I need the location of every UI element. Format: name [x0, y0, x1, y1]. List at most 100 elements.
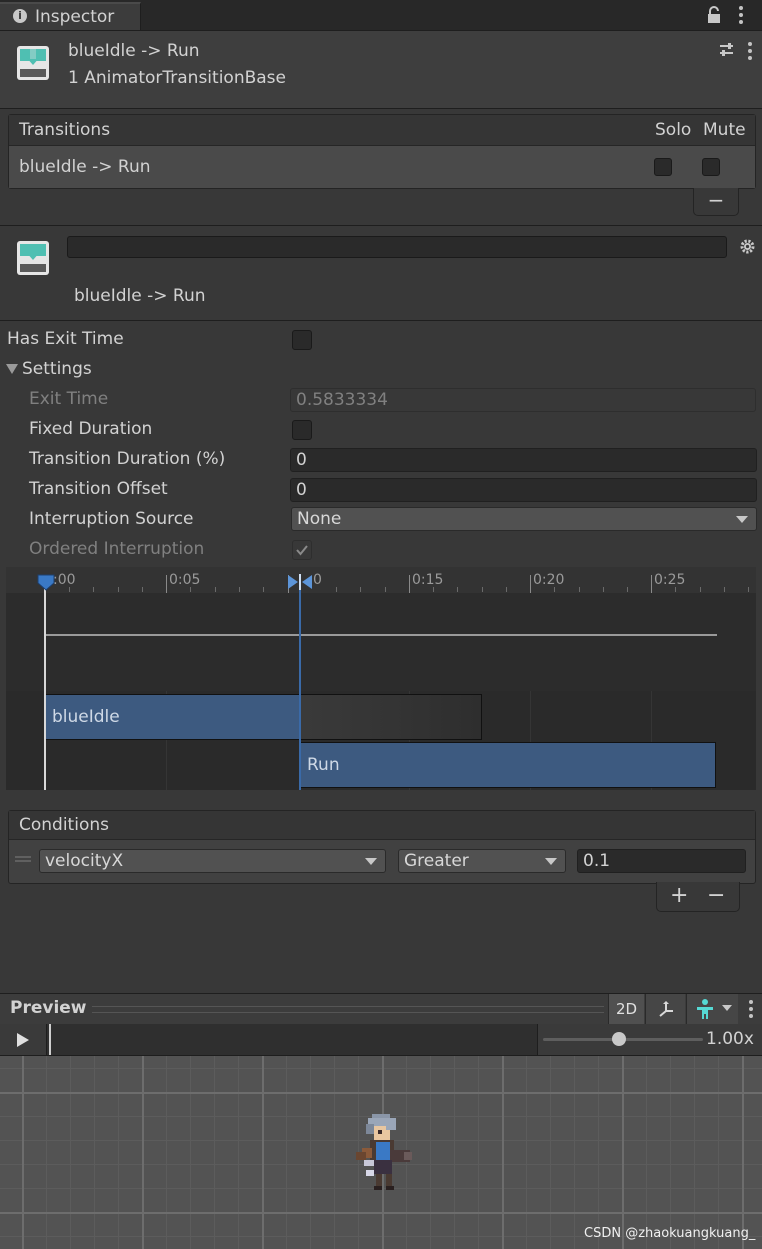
- divider: [0, 320, 762, 321]
- speed-value: 1.00x: [706, 1029, 754, 1049]
- fixed-duration-checkbox[interactable]: [292, 420, 312, 440]
- transition-offset-field[interactable]: 0: [290, 478, 757, 502]
- tick-mark: [336, 587, 337, 592]
- tick-mark: [748, 587, 749, 592]
- pivot-icon: [658, 1001, 673, 1017]
- avatar-dropdown[interactable]: [686, 994, 738, 1024]
- preview-viewport[interactable]: CSDN @zhaokuangkuang_: [0, 1056, 762, 1249]
- conditions-list: Conditions velocityX Greater 0.1: [8, 810, 756, 884]
- checkmark-icon: [296, 545, 308, 556]
- transitions-list: Transitions Solo Mute blueIdle -> Run: [8, 114, 756, 189]
- avatar-icon: [697, 999, 713, 1019]
- condition-mode-dropdown[interactable]: Greater: [398, 849, 566, 873]
- transition-handle-icon[interactable]: [286, 573, 314, 591]
- tick-mark: [724, 587, 725, 592]
- blend-curve-area: [6, 593, 756, 691]
- header-menu-icon[interactable]: [747, 41, 753, 61]
- condition-parameter-value: velocityX: [45, 851, 124, 871]
- transition-timeline[interactable]: :00 0:05 0 0:15 0:20 0:25 blueIdle Run: [6, 567, 756, 790]
- transitions-list-header: Transitions Solo Mute: [9, 115, 755, 146]
- lock-icon[interactable]: [707, 6, 721, 24]
- transition-row[interactable]: blueIdle -> Run: [9, 146, 755, 188]
- has-exit-time-label: Has Exit Time: [7, 329, 124, 349]
- tick-mark: [700, 587, 701, 592]
- conditions-header: Conditions: [9, 811, 755, 840]
- has-exit-time-checkbox[interactable]: [292, 330, 312, 350]
- tick-label: 0:25: [654, 572, 686, 588]
- condition-row[interactable]: velocityX Greater 0.1: [9, 840, 755, 883]
- ordered-interruption-label: Ordered Interruption: [29, 539, 205, 559]
- tick-mark: [482, 587, 483, 592]
- tick-mark: [506, 587, 507, 592]
- exit-time-field: 0.5833334: [290, 388, 756, 412]
- tick-mark: [385, 587, 386, 592]
- interruption-source-label: Interruption Source: [29, 509, 194, 529]
- transition-duration-field[interactable]: 0: [290, 448, 757, 472]
- transition-caption: blueIdle -> Run: [74, 286, 206, 306]
- preview-drag-bar[interactable]: [92, 1006, 604, 1013]
- mute-checkbox[interactable]: [702, 158, 720, 176]
- tick-mark: [651, 575, 652, 593]
- chevron-down-icon: [365, 858, 377, 865]
- interruption-source-value: None: [297, 509, 342, 529]
- conditions-label: Conditions: [19, 815, 109, 835]
- tick-label: 0:05: [169, 572, 201, 588]
- preset-sliders-icon[interactable]: [718, 41, 735, 58]
- condition-mode-value: Greater: [404, 851, 469, 871]
- tick-mark: [627, 587, 628, 592]
- destination-clip[interactable]: Run: [300, 742, 716, 788]
- tick-label: 0: [313, 572, 322, 588]
- chevron-down-icon: [545, 858, 557, 865]
- transition-icon: [17, 46, 49, 80]
- tick-label: 0:15: [412, 572, 444, 588]
- add-condition-button[interactable]: +: [670, 883, 688, 908]
- inspector-header: blueIdle -> Run 1 AnimatorTransitionBase: [0, 31, 762, 109]
- remove-transition-button[interactable]: −: [693, 188, 739, 216]
- settings-foldout-label[interactable]: Settings: [22, 359, 92, 379]
- transition-row-name: blueIdle -> Run: [19, 157, 151, 177]
- transition-name-field[interactable]: [67, 236, 727, 258]
- chevron-down-icon: [736, 516, 748, 523]
- source-clip[interactable]: blueIdle: [45, 694, 482, 740]
- condition-threshold-field[interactable]: 0.1: [577, 849, 746, 873]
- transition-start-line: [299, 577, 301, 790]
- condition-buttons: + −: [656, 882, 740, 912]
- tick-mark: [263, 587, 264, 592]
- tick-mark: [360, 587, 361, 592]
- tick-mark: [457, 587, 458, 592]
- destination-clip-label: Run: [307, 755, 340, 775]
- character-sprite: [356, 1114, 412, 1190]
- tick-mark: [118, 587, 119, 592]
- fixed-duration-label: Fixed Duration: [29, 419, 153, 439]
- remove-condition-button[interactable]: −: [707, 883, 725, 908]
- preview-scrubber[interactable]: [46, 1024, 538, 1055]
- header-subtitle: 1 AnimatorTransitionBase: [68, 68, 286, 88]
- playhead-line: [44, 577, 46, 790]
- preview-label: Preview: [10, 998, 87, 1018]
- header-title: blueIdle -> Run: [68, 41, 200, 61]
- tab-inspector[interactable]: i Inspector: [0, 2, 141, 30]
- interruption-source-dropdown[interactable]: None: [291, 507, 757, 531]
- info-icon: i: [13, 9, 27, 23]
- condition-parameter-dropdown[interactable]: velocityX: [39, 849, 386, 873]
- transitions-label: Transitions: [19, 120, 111, 140]
- speed-slider-thumb[interactable]: [612, 1032, 626, 1046]
- preview-toolbar: Preview 2D: [0, 993, 762, 1025]
- solo-checkbox[interactable]: [654, 158, 672, 176]
- transition-icon: [17, 241, 49, 275]
- playhead-marker-icon[interactable]: [37, 573, 55, 591]
- mode-2d-button[interactable]: 2D: [608, 994, 644, 1024]
- play-icon[interactable]: [16, 1032, 30, 1048]
- gear-icon[interactable]: [739, 238, 756, 255]
- tick-mark: [239, 587, 240, 592]
- settings-foldout-arrow-icon[interactable]: [6, 364, 18, 374]
- transition-offset-label: Transition Offset: [29, 479, 168, 499]
- drag-handle-icon[interactable]: [15, 855, 31, 863]
- tick-label: 0:20: [533, 572, 565, 588]
- pivot-button[interactable]: [645, 994, 685, 1024]
- tick-mark: [93, 587, 94, 592]
- divider: [0, 225, 762, 226]
- preview-menu-icon[interactable]: [748, 999, 754, 1019]
- tick-mark: [142, 587, 143, 592]
- window-menu-icon[interactable]: [738, 5, 744, 25]
